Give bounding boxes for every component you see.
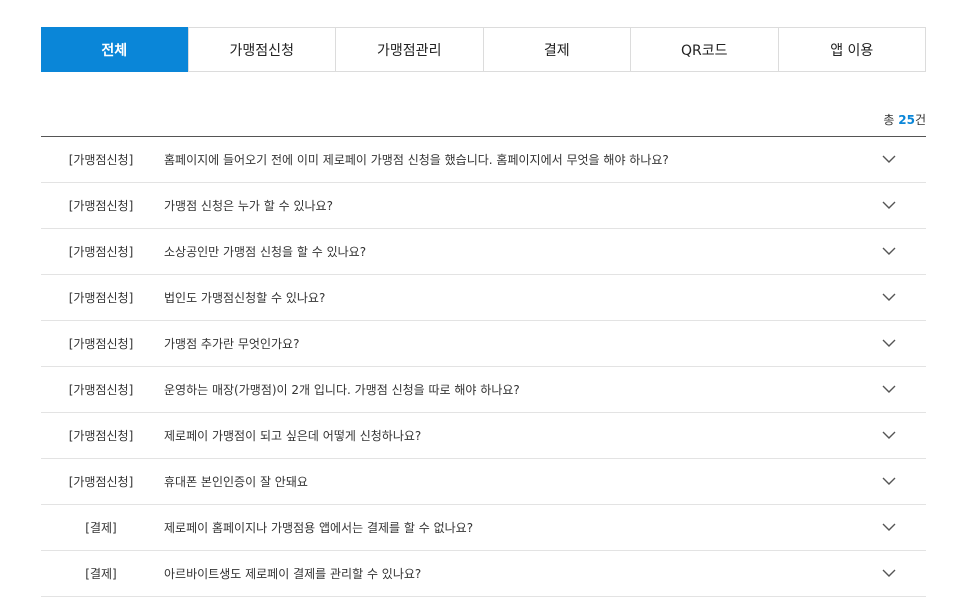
faq-category: [가맹점신청] bbox=[68, 245, 134, 259]
chevron-down-icon[interactable] bbox=[882, 474, 896, 488]
faq-question: 가맹점 추가란 무엇인가요? bbox=[164, 337, 300, 351]
faq-item[interactable]: [가맹점신청] 법인도 가맹점신청할 수 있나요? bbox=[41, 275, 926, 321]
faq-category: [가맹점신청] bbox=[68, 475, 134, 489]
faq-category: [결제] bbox=[85, 521, 117, 535]
faq-item[interactable]: [가맹점신청] 가맹점 추가란 무엇인가요? bbox=[41, 321, 926, 367]
total-count: 총 25건 bbox=[883, 111, 926, 128]
chevron-down-icon[interactable] bbox=[882, 198, 896, 212]
faq-question: 홈페이지에 들어오기 전에 이미 제로페이 가맹점 신청을 했습니다. 홈페이지… bbox=[164, 153, 669, 167]
faq-question: 제로페이 가맹점이 되고 싶은데 어떻게 신청하나요? bbox=[164, 429, 422, 443]
chevron-down-icon[interactable] bbox=[882, 382, 896, 396]
faq-item[interactable]: [가맹점신청] 제로페이 가맹점이 되고 싶은데 어떻게 신청하나요? bbox=[41, 413, 926, 459]
total-count-prefix: 총 bbox=[883, 113, 899, 127]
faq-item[interactable]: [가맹점신청] 홈페이지에 들어오기 전에 이미 제로페이 가맹점 신청을 했습… bbox=[41, 137, 926, 183]
tab-all[interactable]: 전체 bbox=[41, 27, 188, 72]
total-count-value: 25 bbox=[898, 113, 915, 127]
faq-question: 법인도 가맹점신청할 수 있나요? bbox=[164, 291, 326, 305]
chevron-down-icon[interactable] bbox=[882, 520, 896, 534]
faq-question: 가맹점 신청은 누가 할 수 있나요? bbox=[164, 199, 333, 213]
faq-question: 소상공인만 가맹점 신청을 할 수 있나요? bbox=[164, 245, 367, 259]
faq-item[interactable]: [가맹점신청] 휴대폰 본인인증이 잘 안돼요 bbox=[41, 459, 926, 505]
chevron-down-icon[interactable] bbox=[882, 336, 896, 350]
faq-item[interactable]: [결제] 제로페이 홈페이지나 가맹점용 앱에서는 결제를 할 수 없나요? bbox=[41, 505, 926, 551]
faq-category: [가맹점신청] bbox=[68, 291, 134, 305]
category-tabs: 전체 가맹점신청 가맹점관리 결제 QR코드 앱 이용 bbox=[41, 27, 926, 72]
tab-app-usage[interactable]: 앱 이용 bbox=[777, 28, 925, 71]
faq-item[interactable]: [결제] 아르바이트생도 제로페이 결제를 관리할 수 있나요? bbox=[41, 551, 926, 597]
faq-item[interactable]: [가맹점신청] 소상공인만 가맹점 신청을 할 수 있나요? bbox=[41, 229, 926, 275]
faq-item[interactable]: [가맹점신청] 가맹점 신청은 누가 할 수 있나요? bbox=[41, 183, 926, 229]
faq-category: [가맹점신청] bbox=[68, 383, 134, 397]
faq-question: 휴대폰 본인인증이 잘 안돼요 bbox=[164, 475, 308, 489]
faq-category: [가맹점신청] bbox=[68, 429, 134, 443]
chevron-down-icon[interactable] bbox=[882, 566, 896, 580]
faq-question: 제로페이 홈페이지나 가맹점용 앱에서는 결제를 할 수 없나요? bbox=[164, 521, 474, 535]
tab-merchant-manage[interactable]: 가맹점관리 bbox=[335, 28, 483, 71]
tab-qr-code[interactable]: QR코드 bbox=[630, 28, 778, 71]
faq-category: [결제] bbox=[85, 567, 117, 581]
total-count-suffix: 건 bbox=[914, 113, 926, 127]
faq-list: [가맹점신청] 홈페이지에 들어오기 전에 이미 제로페이 가맹점 신청을 했습… bbox=[41, 136, 926, 597]
faq-category: [가맹점신청] bbox=[68, 337, 134, 351]
tab-payment[interactable]: 결제 bbox=[482, 28, 630, 71]
chevron-down-icon[interactable] bbox=[882, 428, 896, 442]
faq-category: [가맹점신청] bbox=[68, 199, 134, 213]
faq-container: 전체 가맹점신청 가맹점관리 결제 QR코드 앱 이용 총 25건 [가맹점신청… bbox=[41, 27, 926, 597]
faq-item[interactable]: [가맹점신청] 운영하는 매장(가맹점)이 2개 입니다. 가맹점 신청을 따로… bbox=[41, 367, 926, 413]
chevron-down-icon[interactable] bbox=[882, 244, 896, 258]
faq-question: 아르바이트생도 제로페이 결제를 관리할 수 있나요? bbox=[164, 567, 422, 581]
tab-merchant-apply[interactable]: 가맹점신청 bbox=[187, 28, 335, 71]
chevron-down-icon[interactable] bbox=[882, 152, 896, 166]
faq-category: [가맹점신청] bbox=[68, 153, 134, 167]
chevron-down-icon[interactable] bbox=[882, 290, 896, 304]
faq-question: 운영하는 매장(가맹점)이 2개 입니다. 가맹점 신청을 따로 해야 하나요? bbox=[164, 383, 520, 397]
